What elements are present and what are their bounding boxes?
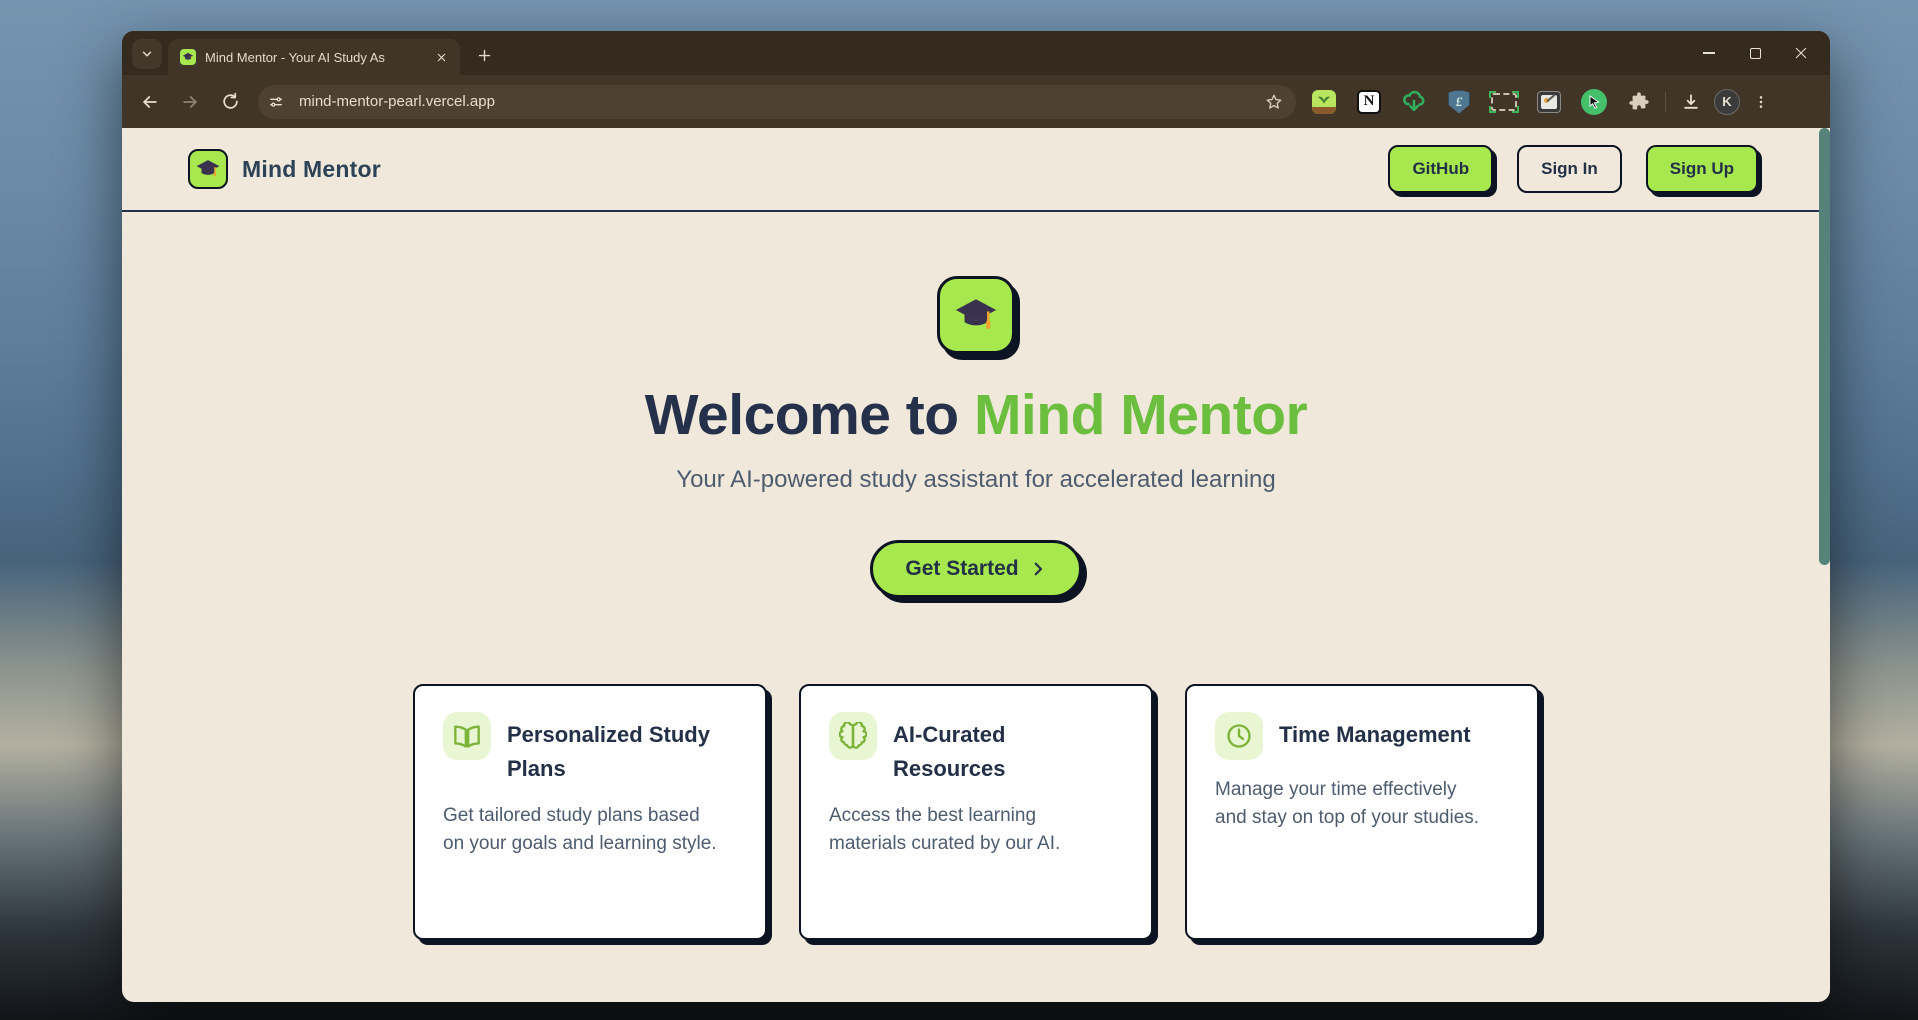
forward-button[interactable]: [170, 82, 210, 122]
card-title: AI-Curated Resources: [893, 712, 1123, 786]
tab-search-button[interactable]: [132, 39, 162, 69]
get-started-button[interactable]: Get Started: [870, 540, 1081, 598]
screenshot-selection-extension-icon[interactable]: [1490, 88, 1518, 116]
image-annotation-extension-icon[interactable]: [1535, 88, 1563, 116]
brand[interactable]: Mind Mentor: [188, 149, 381, 189]
hero-graduation-cap-icon: [937, 276, 1015, 354]
site-header: Mind Mentor GitHub Sign In Sign Up: [122, 128, 1830, 212]
card-body: Get tailored study plans based on your g…: [443, 802, 721, 859]
bookmark-star-icon[interactable]: [1260, 88, 1288, 116]
hero-subtitle: Your AI-powered study assistant for acce…: [122, 466, 1830, 494]
tab-bar: Mind Mentor - Your AI Study As: [122, 31, 1830, 75]
sign-in-button[interactable]: Sign In: [1517, 145, 1622, 193]
downloads-button[interactable]: [1674, 82, 1708, 122]
tab-title: Mind Mentor - Your AI Study As: [205, 50, 432, 65]
plus-icon: [477, 48, 492, 63]
brand-name: Mind Mentor: [242, 156, 381, 183]
url-text: mind-mentor-pearl.vercel.app: [299, 93, 1260, 110]
page-viewport: Mind Mentor GitHub Sign In Sign Up Welco…: [122, 128, 1830, 1002]
chevron-right-icon: [1029, 560, 1047, 578]
back-button[interactable]: [130, 82, 170, 122]
extensions-row: N £: [1310, 88, 1653, 116]
sign-up-button[interactable]: Sign Up: [1646, 145, 1758, 193]
brain-icon: [829, 712, 877, 760]
back-arrow-icon: [140, 92, 160, 112]
profile-avatar: K: [1714, 89, 1740, 115]
graduation-cap-icon: [188, 149, 228, 189]
card-body: Manage your time effectively and stay on…: [1215, 776, 1493, 833]
book-open-icon: [443, 712, 491, 760]
notion-extension-icon[interactable]: N: [1355, 88, 1383, 116]
close-icon: [1794, 46, 1808, 60]
reload-button[interactable]: [210, 82, 250, 122]
shield-pound-extension-icon[interactable]: £: [1445, 88, 1473, 116]
chevron-down-icon: [140, 47, 154, 61]
maximize-button[interactable]: [1732, 31, 1778, 75]
tab-favicon-icon: [180, 49, 196, 65]
browser-tab[interactable]: Mind Mentor - Your AI Study As: [168, 39, 460, 75]
site-settings-icon[interactable]: [263, 89, 289, 115]
new-tab-button[interactable]: [470, 41, 498, 69]
profile-button[interactable]: K: [1708, 82, 1746, 122]
minimize-icon: [1703, 52, 1715, 54]
page-title-highlight: Mind Mentor: [974, 383, 1307, 447]
hero-section: Welcome to Mind Mentor Your AI-powered s…: [122, 212, 1830, 940]
card-personalized-study-plans: Personalized Study Plans Get tailored st…: [413, 684, 767, 940]
url-bar[interactable]: mind-mentor-pearl.vercel.app: [258, 85, 1296, 119]
card-ai-curated-resources: AI-Curated Resources Access the best lea…: [799, 684, 1153, 940]
reload-icon: [221, 92, 240, 111]
window-controls: [1686, 31, 1824, 75]
tab-close-icon[interactable]: [432, 48, 450, 66]
minimize-button[interactable]: [1686, 31, 1732, 75]
cloud-download-extension-icon[interactable]: [1400, 88, 1428, 116]
page-title: Welcome to Mind Mentor: [122, 384, 1830, 448]
header-nav: GitHub Sign In Sign Up: [1388, 145, 1758, 193]
card-time-management: Time Management Manage your time effecti…: [1185, 684, 1539, 940]
toolbar-divider: [1665, 92, 1666, 112]
cursor-click-extension-icon[interactable]: [1580, 88, 1608, 116]
extensions-puzzle-icon[interactable]: [1625, 88, 1653, 116]
close-button[interactable]: [1778, 31, 1824, 75]
card-title: Personalized Study Plans: [507, 712, 737, 786]
maximize-icon: [1750, 48, 1761, 59]
plant-extension-icon[interactable]: [1310, 88, 1338, 116]
download-icon: [1681, 92, 1701, 112]
clock-icon: [1215, 712, 1263, 760]
browser-toolbar: mind-mentor-pearl.vercel.app N £: [122, 75, 1830, 128]
browser-window: Mind Mentor - Your AI Study As: [122, 31, 1830, 1002]
card-title: Time Management: [1279, 712, 1471, 752]
github-button[interactable]: GitHub: [1388, 145, 1493, 193]
feature-cards: Personalized Study Plans Get tailored st…: [122, 684, 1830, 940]
browser-menu-button[interactable]: [1746, 82, 1776, 122]
scrollbar-thumb[interactable]: [1819, 128, 1830, 565]
three-dot-menu-icon: [1753, 94, 1769, 110]
card-body: Access the best learning materials curat…: [829, 802, 1107, 859]
forward-arrow-icon: [180, 92, 200, 112]
